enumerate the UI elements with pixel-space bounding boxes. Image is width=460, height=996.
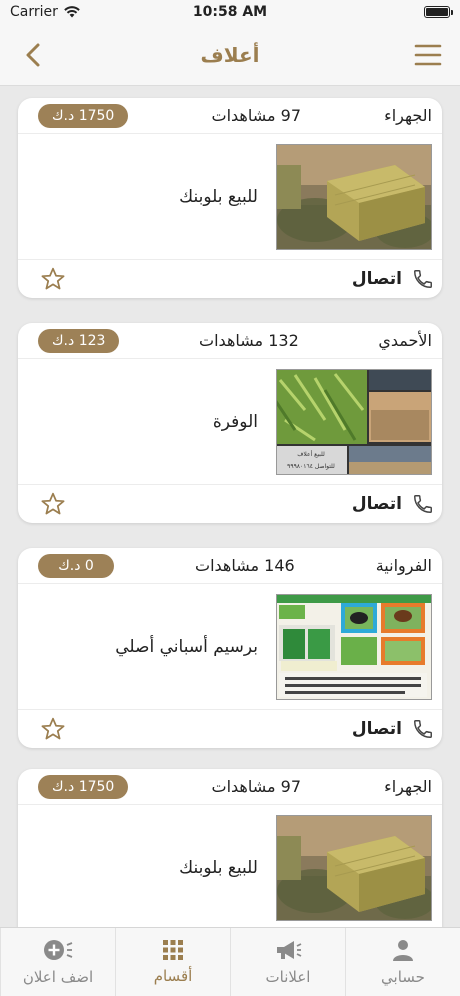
call-label: اتصال (351, 494, 402, 514)
tab-bar: حسابي اعلانات أقسام اضف اعلان (0, 927, 460, 996)
tab-label: حسابي (381, 968, 425, 986)
phone-icon (414, 495, 432, 513)
chevron-left-icon[interactable] (20, 41, 48, 69)
megaphone-icon (277, 941, 302, 959)
price-badge: 123 د.ك (38, 328, 120, 353)
listing-card[interactable]: الفروانية 146 مشاهدات 0 د.ك برسيم أسباني… (18, 548, 442, 748)
card-footer: اتصال (18, 710, 442, 748)
listing-location: الفروانية (375, 556, 432, 575)
listing-views: 146 مشاهدات (195, 556, 295, 575)
price-badge: 1750 د.ك (38, 774, 129, 799)
listing-title[interactable]: للبيع بلوبنك (179, 187, 258, 207)
listing-feed[interactable]: الجهراء 97 مشاهدات 1750 د.ك للبيع بلوبنك… (0, 87, 460, 927)
listing-location: الأحمدي (378, 331, 432, 350)
listing-views: 97 مشاهدات (211, 106, 302, 125)
listing-image[interactable] (276, 143, 432, 250)
favorite-star-icon[interactable] (40, 716, 66, 742)
listing-title[interactable]: الوفرة (213, 412, 258, 432)
call-label: اتصال (351, 269, 402, 289)
card-header: الجهراء 97 مشاهدات 1750 د.ك (18, 98, 442, 134)
tab-categories[interactable]: أقسام (115, 928, 230, 996)
listing-location: الجهراء (384, 777, 432, 796)
farm-collage-image: للبيع أعلاف للتواصل ٩٩٩٨٠١٦٤ (277, 369, 431, 474)
listing-card[interactable]: الجهراء 97 مشاهدات 1750 د.ك (18, 769, 442, 927)
listing-views: 97 مشاهدات (211, 777, 302, 796)
tab-ads[interactable]: اعلانات (230, 928, 345, 996)
listing-image[interactable] (276, 593, 432, 700)
hay-bale-image (277, 815, 431, 920)
user-icon (393, 940, 413, 961)
card-header: الفروانية 146 مشاهدات 0 د.ك (18, 548, 442, 584)
wifi-icon (64, 6, 80, 18)
carrier-label: Carrier (10, 4, 58, 20)
battery-level (426, 8, 448, 16)
call-button[interactable]: اتصال (352, 493, 434, 515)
card-body[interactable]: للبيع أعلاف للتواصل ٩٩٩٨٠١٦٤ الوفرة (18, 359, 442, 485)
tab-account[interactable]: حسابي (345, 928, 460, 996)
listing-views: 132 مشاهدات (199, 331, 299, 350)
hamburger-menu-icon[interactable] (414, 42, 442, 68)
alfalfa-ad-image (277, 594, 431, 699)
listing-card[interactable]: الأحمدي 132 مشاهدات 123 د.ك للبيع أعلاف … (18, 323, 442, 523)
tab-label: أقسام (153, 967, 193, 985)
phone-icon (414, 720, 432, 738)
listing-location: الجهراء (384, 106, 432, 125)
favorite-star-icon[interactable] (40, 491, 66, 517)
call-label: اتصال (351, 719, 402, 739)
card-body[interactable]: للبيع بلوبنك (18, 134, 442, 260)
page-title: أعلاف (200, 42, 260, 67)
card-body[interactable]: للبيع بلوبنك (18, 805, 442, 927)
listing-card[interactable]: الجهراء 97 مشاهدات 1750 د.ك (18, 98, 442, 298)
card-header: الجهراء 97 مشاهدات 1750 د.ك (18, 769, 442, 805)
card-footer: اتصال (18, 260, 442, 298)
listing-title[interactable]: للبيع بلوبنك (179, 858, 258, 878)
hay-bale-image (277, 144, 431, 249)
price-badge: 1750 د.ك (38, 103, 129, 128)
image-caption-2: للتواصل ٩٩٩٨٠١٦٤ (287, 463, 335, 470)
battery-icon (424, 6, 453, 18)
status-bar: Carrier 10:58 AM (0, 0, 460, 24)
card-footer: اتصال (18, 485, 442, 523)
status-left: Carrier (10, 4, 80, 20)
call-button[interactable]: اتصال (352, 718, 434, 740)
grid-icon (163, 940, 183, 960)
add-post-icon (44, 940, 73, 960)
nav-bar: أعلاف (0, 24, 460, 86)
price-badge: 0 د.ك (38, 553, 115, 578)
listing-image[interactable]: للبيع أعلاف للتواصل ٩٩٩٨٠١٦٤ (276, 368, 432, 475)
favorite-star-icon[interactable] (40, 266, 66, 292)
phone-icon (414, 270, 432, 288)
call-button[interactable]: اتصال (352, 268, 434, 290)
listing-image[interactable] (276, 814, 432, 921)
card-body[interactable]: برسيم أسباني أصلي (18, 584, 442, 710)
listing-title[interactable]: برسيم أسباني أصلي (115, 637, 258, 657)
tab-label: اعلانات (265, 968, 311, 986)
tab-add-ad[interactable]: اضف اعلان (0, 928, 115, 996)
tab-label: اضف اعلان (22, 968, 94, 986)
image-caption-1: للبيع أعلاف (297, 450, 325, 458)
card-header: الأحمدي 132 مشاهدات 123 د.ك (18, 323, 442, 359)
